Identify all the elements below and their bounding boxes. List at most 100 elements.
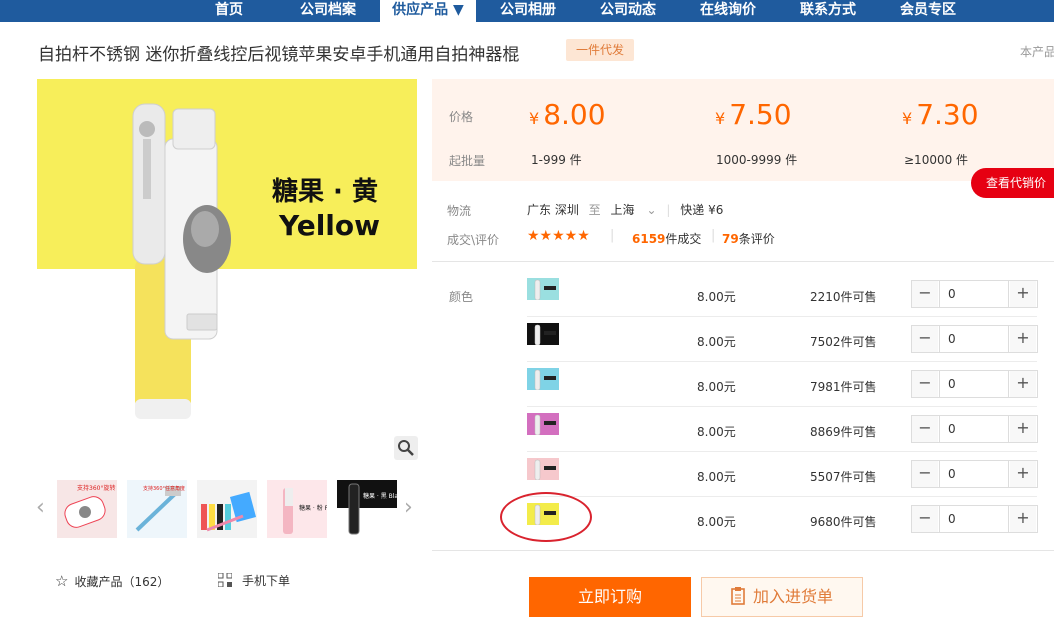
qrcode-icon bbox=[217, 572, 233, 588]
logistics-route: 广东 深圳 至 上海 ⌄ | 快递 ¥6 bbox=[527, 203, 724, 217]
quantity-stepper[interactable]: −+ bbox=[911, 460, 1038, 488]
thumb-prev-icon[interactable]: ‹ bbox=[36, 495, 45, 520]
thumb-next-icon[interactable]: › bbox=[404, 495, 413, 520]
quantity-stepper[interactable]: −+ bbox=[911, 505, 1038, 533]
review-divider: | bbox=[610, 228, 615, 243]
quantity-input[interactable] bbox=[939, 281, 1009, 307]
favorite-link[interactable]: ☆ 收藏产品（162） bbox=[55, 572, 169, 590]
quantity-stepper[interactable]: −+ bbox=[911, 325, 1038, 353]
right-note: 本产品 bbox=[1020, 45, 1054, 59]
sku-color-thumb[interactable] bbox=[527, 458, 559, 481]
logistics-from: 广东 深圳 bbox=[527, 203, 579, 217]
nav-news[interactable]: 公司动态 bbox=[590, 0, 666, 22]
quantity-stepper[interactable]: −+ bbox=[911, 280, 1038, 308]
plus-icon[interactable]: + bbox=[1010, 416, 1036, 442]
sku-price: 8.00元 bbox=[697, 425, 736, 439]
price-label: 价格 bbox=[449, 110, 474, 124]
sku-stock: 5507件可售 bbox=[810, 470, 877, 484]
mobile-order-link[interactable]: 手机下单 bbox=[217, 572, 291, 589]
sku-price: 8.00元 bbox=[697, 290, 736, 304]
thumb-black-stick[interactable]: 糖果 · 黑 Black bbox=[337, 480, 405, 538]
highlight-circle bbox=[500, 492, 592, 542]
reviews-count[interactable]: 79条评价 bbox=[722, 230, 775, 247]
section-divider-bottom bbox=[432, 550, 1054, 551]
moq-tier-2: 1000-9999 件 bbox=[716, 153, 798, 167]
price-tier-3: ¥7.30 bbox=[902, 98, 979, 131]
plus-icon[interactable]: + bbox=[1010, 461, 1036, 487]
sku-stock: 2210件可售 bbox=[810, 290, 877, 304]
nav-company-profile[interactable]: 公司档案 bbox=[288, 0, 368, 22]
logistics-method: 快递 ¥6 bbox=[680, 203, 724, 217]
color-label: 颜色 bbox=[449, 290, 474, 304]
logistics-to-select[interactable]: 上海 ⌄ bbox=[611, 203, 657, 217]
favorite-label: 收藏产品（162） bbox=[74, 575, 170, 589]
plus-icon[interactable]: + bbox=[1010, 506, 1036, 532]
sku-stock: 7502件可售 bbox=[810, 335, 877, 349]
minus-icon[interactable]: − bbox=[912, 281, 938, 307]
sku-price: 8.00元 bbox=[697, 380, 736, 394]
thumb-color-sticks[interactable] bbox=[197, 480, 257, 538]
zoom-icon[interactable] bbox=[394, 436, 418, 460]
minus-icon[interactable]: − bbox=[912, 326, 938, 352]
section-divider bbox=[432, 261, 1054, 262]
quantity-input[interactable] bbox=[939, 416, 1009, 442]
top-nav: 首页 公司档案 供应产品 ▼ 公司相册 公司动态 在线询价 联系方式 会员专区 bbox=[0, 0, 1054, 22]
sku-stock: 8869件可售 bbox=[810, 425, 877, 439]
sku-price: 8.00元 bbox=[697, 515, 736, 529]
nav-contact[interactable]: 联系方式 bbox=[790, 0, 866, 22]
plus-icon[interactable]: + bbox=[1010, 281, 1036, 307]
thumb-caption-4: 糖果 · 粉 Pink bbox=[299, 504, 327, 512]
nav-members[interactable]: 会员专区 bbox=[890, 0, 966, 22]
thumb-caption-1: 支持360°旋转 bbox=[77, 484, 115, 492]
minus-icon[interactable]: − bbox=[912, 506, 938, 532]
clipboard-icon bbox=[731, 581, 745, 605]
add-to-cart-button[interactable]: 加入进货单 bbox=[701, 577, 863, 617]
row-divider bbox=[527, 451, 1037, 452]
product-title: 自拍杆不锈钢 迷你折叠线控后视镜苹果安卓手机通用自拍神器棍 bbox=[38, 45, 520, 65]
sku-stock: 7981件可售 bbox=[810, 380, 877, 394]
sku-stock: 9680件可售 bbox=[810, 515, 877, 529]
minus-icon[interactable]: − bbox=[912, 371, 938, 397]
sku-color-thumb[interactable] bbox=[527, 323, 559, 346]
minus-icon[interactable]: − bbox=[912, 461, 938, 487]
price-tier-2: ¥7.50 bbox=[715, 98, 792, 131]
sku-price: 8.00元 bbox=[697, 470, 736, 484]
selfie-stick-illustration bbox=[132, 103, 231, 419]
view-agent-price-button[interactable]: 查看代销价 bbox=[971, 168, 1054, 198]
main-product-image[interactable]: 糖果 · 黄 Yellow bbox=[37, 79, 417, 439]
thumb-white-stick[interactable]: 支持360°旋转 bbox=[57, 480, 117, 538]
buy-now-button[interactable]: 立即订购 bbox=[529, 577, 691, 617]
quantity-input[interactable] bbox=[939, 326, 1009, 352]
nav-products[interactable]: 供应产品 ▼ bbox=[380, 0, 476, 22]
sku-color-thumb[interactable] bbox=[527, 413, 559, 436]
sku-color-thumb[interactable] bbox=[527, 278, 559, 301]
image-text-cn: 糖果 · 黄 bbox=[272, 177, 378, 207]
thumb-pink-stick[interactable]: 糖果 · 粉 Pink bbox=[267, 480, 338, 538]
star-outline-icon: ☆ bbox=[55, 572, 69, 590]
mobile-order-label: 手机下单 bbox=[242, 574, 291, 588]
moq-tier-1: 1-999 件 bbox=[531, 153, 582, 167]
logistics-to-word: 至 bbox=[588, 203, 601, 217]
quantity-input[interactable] bbox=[939, 461, 1009, 487]
quantity-stepper[interactable]: −+ bbox=[911, 370, 1038, 398]
logistics-label: 物流 bbox=[447, 204, 472, 218]
rating-stars: ★★★★★ bbox=[527, 228, 590, 244]
plus-icon[interactable]: + bbox=[1010, 326, 1036, 352]
quantity-stepper[interactable]: −+ bbox=[911, 415, 1038, 443]
nav-inquiry[interactable]: 在线询价 bbox=[690, 0, 766, 22]
plus-icon[interactable]: + bbox=[1010, 371, 1036, 397]
nav-home[interactable]: 首页 bbox=[196, 0, 262, 22]
sku-color-thumb[interactable] bbox=[527, 368, 559, 391]
chevron-down-icon: ⌄ bbox=[646, 203, 657, 217]
thumb-blue-stick[interactable]: 支持360°任意角度 bbox=[127, 480, 187, 538]
dropship-badge: 一件代发 bbox=[566, 39, 634, 61]
nav-album[interactable]: 公司相册 bbox=[490, 0, 566, 22]
row-divider bbox=[527, 361, 1037, 362]
moq-tier-3: ≥10000 件 bbox=[904, 153, 969, 167]
quantity-input[interactable] bbox=[939, 506, 1009, 532]
minus-icon[interactable]: − bbox=[912, 416, 938, 442]
row-divider bbox=[527, 316, 1037, 317]
row-divider bbox=[527, 406, 1037, 407]
deals-count[interactable]: 6159件成交 bbox=[632, 230, 701, 247]
quantity-input[interactable] bbox=[939, 371, 1009, 397]
